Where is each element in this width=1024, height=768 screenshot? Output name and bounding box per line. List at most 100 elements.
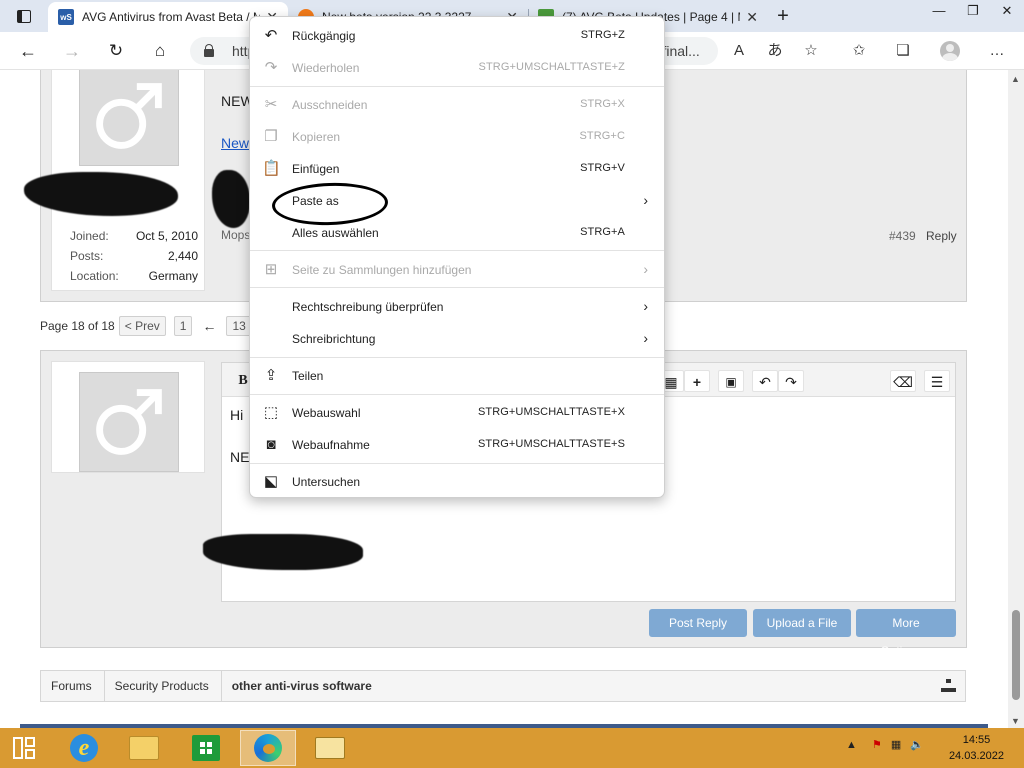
- breadcrumb-other-antivirus[interactable]: other anti-virus software: [222, 671, 384, 701]
- chevron-right-icon: ›: [643, 261, 648, 277]
- sitemap-icon[interactable]: [941, 679, 957, 693]
- restore-icon[interactable]: ❐: [956, 0, 990, 22]
- menu-separator: [250, 463, 664, 464]
- clock-date: 24.03.2022: [948, 750, 1004, 762]
- page-indicator: Page 18 of 18: [40, 319, 115, 333]
- page-1-button[interactable]: 1: [173, 316, 193, 336]
- posts-value: 2,440: [167, 249, 198, 263]
- windows-logo-icon: [13, 737, 35, 759]
- undo-icon: ↶: [264, 27, 278, 44]
- clock-time: 14:55: [962, 734, 991, 746]
- menu-item-share[interactable]: ⇪ Teilen: [250, 360, 664, 392]
- undo-icon[interactable]: ↶: [752, 370, 778, 392]
- menu-item-inspect[interactable]: ⬕ Untersuchen: [250, 466, 664, 498]
- scroll-down-icon[interactable]: ▼: [1011, 716, 1020, 726]
- home-icon[interactable]: ⌂: [146, 39, 174, 63]
- insert-icon[interactable]: +: [684, 370, 710, 392]
- breadcrumb-forums[interactable]: Forums: [41, 671, 105, 701]
- scissors-icon: ✂: [264, 96, 278, 113]
- store-icon[interactable]: [178, 730, 234, 766]
- more-menu-icon[interactable]: …: [986, 41, 1008, 61]
- edge-browser-icon[interactable]: [240, 730, 296, 766]
- start-button[interactable]: [0, 730, 48, 766]
- redo-icon[interactable]: ↷: [778, 370, 804, 392]
- network-icon[interactable]: ▦: [891, 739, 901, 751]
- close-tab-icon[interactable]: ✕: [746, 9, 758, 26]
- new-tab-button[interactable]: +: [770, 4, 796, 28]
- post-link[interactable]: New: [221, 135, 249, 151]
- mail-icon[interactable]: [302, 730, 358, 766]
- favorites-icon[interactable]: ✩: [848, 41, 870, 61]
- collections-add-icon: ⊞: [264, 261, 278, 278]
- menu-item-writing-direction[interactable]: Schreibrichtung ›: [250, 323, 664, 355]
- volume-icon[interactable]: 🔈: [910, 739, 924, 751]
- default-avatar: [79, 372, 179, 472]
- system-tray: ▲ ⚑ ▦ 🔈: [846, 738, 924, 751]
- menu-item-cut[interactable]: ✂ Ausschneiden STRG+X: [250, 89, 664, 121]
- menu-separator: [250, 357, 664, 358]
- chevron-right-icon: ›: [643, 192, 648, 208]
- menu-item-redo[interactable]: ↷ Wiederholen STRG+UMSCHALTTASTE+Z: [250, 52, 664, 84]
- reply-user-panel: [51, 361, 205, 473]
- pagination: Page 18 of 18 < Prev 1 ← 13: [40, 315, 252, 337]
- redacted-signature: [203, 534, 363, 570]
- internet-explorer-icon[interactable]: e: [56, 730, 112, 766]
- add-favorite-icon[interactable]: ☆: [800, 41, 822, 61]
- copy-icon: ❐: [264, 128, 278, 145]
- editor-line-2: NE: [230, 449, 250, 465]
- show-hidden-icons-icon[interactable]: ▲: [846, 739, 857, 751]
- wilders-icon: wS: [58, 9, 74, 25]
- profile-avatar-icon[interactable]: [940, 41, 960, 61]
- menu-item-spellcheck[interactable]: Rechtschreibung überprüfen ›: [250, 291, 664, 323]
- editor-line-1: Hi: [230, 407, 244, 423]
- scroll-up-icon[interactable]: ▲: [1011, 74, 1020, 84]
- back-icon[interactable]: ←: [14, 39, 42, 63]
- breadcrumb-security-products[interactable]: Security Products: [105, 671, 222, 701]
- minimize-icon[interactable]: —: [922, 0, 956, 22]
- page-13-button[interactable]: 13: [226, 316, 252, 336]
- forward-icon[interactable]: →: [58, 39, 86, 63]
- redo-icon: ↷: [264, 59, 278, 76]
- tab-actions-icon: [17, 9, 31, 23]
- refresh-icon[interactable]: ↻: [102, 39, 130, 63]
- post-number-link[interactable]: #439: [889, 229, 916, 243]
- inspect-icon: ⬕: [263, 473, 279, 490]
- page-scrollbar[interactable]: ▲ ▼: [1008, 70, 1024, 728]
- clock[interactable]: 14:55 24.03.2022: [949, 732, 1004, 764]
- breadcrumb: Forums Security Products other anti-viru…: [40, 670, 966, 702]
- remove-format-icon[interactable]: ⌫: [890, 370, 916, 392]
- menu-item-copy[interactable]: ❐ Kopieren STRG+C: [250, 121, 664, 153]
- read-aloud-icon[interactable]: A: [728, 41, 750, 61]
- menu-separator: [250, 287, 664, 288]
- reply-link[interactable]: Reply: [926, 229, 957, 243]
- close-window-icon[interactable]: ✕: [990, 0, 1024, 22]
- save-draft-icon[interactable]: ▣: [718, 370, 744, 392]
- action-center-icon[interactable]: ⚑: [872, 739, 882, 751]
- menu-item-web-select[interactable]: ⬚ Webauswahl STRG+UMSCHALTTASTE+X: [250, 397, 664, 429]
- tab-actions-button[interactable]: [8, 6, 40, 26]
- posts-label: Posts:: [70, 249, 104, 263]
- post-author: Mops: [221, 228, 251, 242]
- menu-item-web-capture[interactable]: ◙ Webaufnahme STRG+UMSCHALTTASTE+S: [250, 429, 664, 461]
- prev-page-button[interactable]: < Prev: [118, 316, 166, 336]
- chevron-right-icon: ›: [643, 330, 648, 346]
- collections-icon[interactable]: ❏: [892, 41, 914, 61]
- translate-icon[interactable]: あ: [764, 41, 786, 61]
- scrollbar-thumb[interactable]: [1012, 610, 1020, 700]
- taskbar: e ▲ ⚑ ▦ 🔈 14:55 24.03.2022: [0, 728, 1024, 768]
- web-capture-icon: ◙: [266, 436, 276, 453]
- file-explorer-icon[interactable]: [116, 730, 172, 766]
- menu-item-undo[interactable]: ↶ Rückgängig STRG+Z: [250, 20, 664, 52]
- share-icon: ⇪: [264, 367, 278, 384]
- lock-icon: [204, 44, 214, 57]
- clipboard-icon: 📋: [262, 160, 281, 177]
- menu-item-add-to-collections[interactable]: ⊞ Seite zu Sammlungen hinzufügen ›: [250, 254, 664, 286]
- upload-file-button[interactable]: Upload a File: [753, 609, 851, 637]
- male-symbol-icon: [96, 83, 162, 149]
- menu-separator: [250, 250, 664, 251]
- menu-item-paste[interactable]: 📋 Einfügen STRG+V: [250, 153, 664, 185]
- chevron-right-icon: ›: [643, 298, 648, 314]
- post-reply-button[interactable]: Post Reply: [649, 609, 747, 637]
- source-mode-icon[interactable]: ☰: [924, 370, 950, 392]
- more-options-button[interactable]: More Options...: [856, 609, 956, 658]
